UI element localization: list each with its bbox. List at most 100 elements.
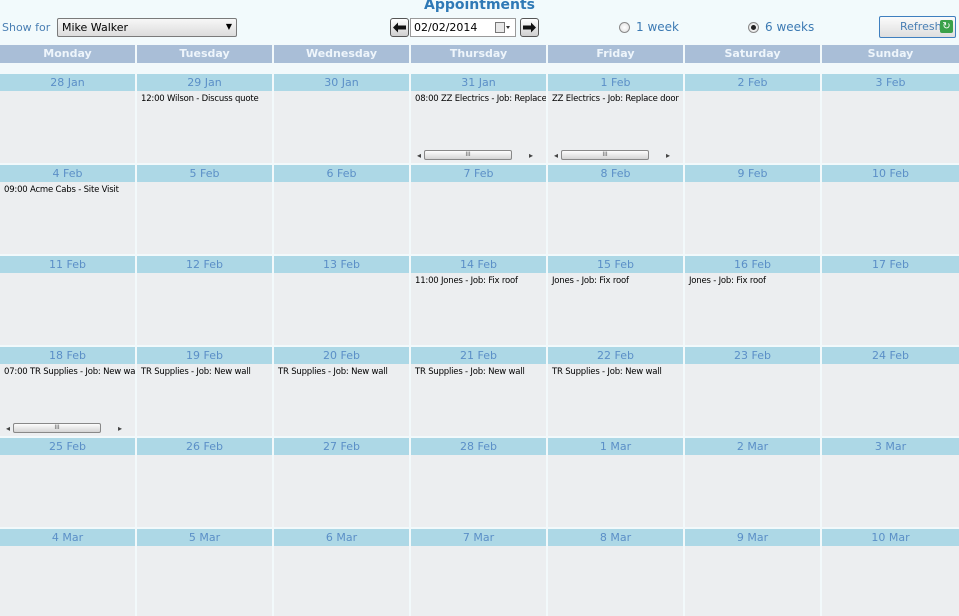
day-cell[interactable]: 7 Mar: [411, 529, 546, 616]
appointment-item[interactable]: TR Supplies - Job: New wall: [274, 364, 409, 377]
day-cell-date: 8 Feb: [548, 165, 683, 182]
appointment-item[interactable]: Jones - Job: Fix roof: [548, 273, 683, 286]
horizontal-scrollbar[interactable]: ◂ III ▸: [3, 422, 125, 434]
day-cell[interactable]: 11 Feb: [0, 256, 135, 345]
day-cell[interactable]: 6 Mar: [274, 529, 409, 616]
day-cell-date: 4 Feb: [0, 165, 135, 182]
day-cell[interactable]: 3 Mar: [822, 438, 959, 527]
scrollbar-thumb[interactable]: III: [13, 423, 101, 433]
day-cell[interactable]: 18 Feb 07:00 TR Supplies - Job: New wall ◂…: [0, 347, 135, 436]
day-cell[interactable]: 12 Feb: [137, 256, 272, 345]
day-cell[interactable]: 8 Feb: [548, 165, 683, 254]
day-cell[interactable]: 10 Mar: [822, 529, 959, 616]
page-title: Appointments: [423, 0, 536, 13]
range-option-label: 6 weeks: [765, 20, 815, 34]
scrollbar-thumb[interactable]: III: [561, 150, 649, 160]
day-cell[interactable]: 13 Feb: [274, 256, 409, 345]
horizontal-scrollbar[interactable]: ◂ III ▸: [551, 149, 673, 161]
appointment-item[interactable]: ZZ Electrics - Job: Replace door: [548, 91, 683, 104]
date-input[interactable]: 02/02/2014: [410, 18, 516, 37]
appointment-item[interactable]: TR Supplies - Job: New wall: [137, 364, 272, 377]
day-cell-date: 20 Feb: [274, 347, 409, 364]
appointment-item[interactable]: 12:00 Wilson - Discuss quote: [137, 91, 272, 104]
day-cell[interactable]: 28 Jan: [0, 74, 135, 163]
day-cell[interactable]: 26 Feb: [137, 438, 272, 527]
day-cell[interactable]: 22 Feb TR Supplies - Job: New wall: [548, 347, 683, 436]
calendar-icon[interactable]: [495, 22, 511, 33]
day-cell-date: 25 Feb: [0, 438, 135, 455]
day-cell[interactable]: 10 Feb: [822, 165, 959, 254]
day-cell[interactable]: 24 Feb: [822, 347, 959, 436]
day-cell-date: 28 Feb: [411, 438, 546, 455]
day-cell[interactable]: 6 Feb: [274, 165, 409, 254]
horizontal-scrollbar[interactable]: ◂ III ▸: [414, 149, 536, 161]
range-option-6-weeks[interactable]: 6 weeks: [748, 20, 814, 34]
appointment-item[interactable]: TR Supplies - Job: New wall: [548, 364, 683, 377]
day-cell[interactable]: 31 Jan 08:00 ZZ Electrics - Job: Replace …: [411, 74, 546, 163]
day-cell-date: 27 Feb: [274, 438, 409, 455]
radio-6-weeks[interactable]: [748, 21, 759, 33]
appointment-item[interactable]: 11:00 Jones - Job: Fix roof: [411, 273, 546, 286]
day-cell-date: 3 Feb: [822, 74, 959, 91]
scroll-left-icon[interactable]: ◂: [551, 151, 561, 160]
day-cell[interactable]: 23 Feb: [685, 347, 820, 436]
previous-period-button[interactable]: [390, 18, 409, 37]
day-header-saturday: Saturday: [685, 45, 820, 63]
day-cell-date: 10 Mar: [822, 529, 959, 546]
day-cell-date: 6 Mar: [274, 529, 409, 546]
day-cell-date: 1 Mar: [548, 438, 683, 455]
day-cell[interactable]: 15 Feb Jones - Job: Fix roof: [548, 256, 683, 345]
appointment-item[interactable]: Jones - Job: Fix roof: [685, 273, 820, 286]
refresh-button[interactable]: Refresh ↻: [879, 16, 956, 38]
day-cell-date: 5 Feb: [137, 165, 272, 182]
day-cell[interactable]: 14 Feb 11:00 Jones - Job: Fix roof: [411, 256, 546, 345]
radio-1-week[interactable]: [619, 21, 630, 33]
date-value: 02/02/2014: [414, 21, 478, 34]
day-cell[interactable]: 30 Jan: [274, 74, 409, 163]
day-cell[interactable]: 27 Feb: [274, 438, 409, 527]
day-cell-date: 30 Jan: [274, 74, 409, 91]
day-cell[interactable]: 20 Feb TR Supplies - Job: New wall: [274, 347, 409, 436]
day-cell[interactable]: 4 Feb 09:00 Acme Cabs - Site Visit: [0, 165, 135, 254]
day-cell[interactable]: 2 Feb: [685, 74, 820, 163]
day-cell-date: 18 Feb: [0, 347, 135, 364]
day-cell[interactable]: 28 Feb: [411, 438, 546, 527]
scroll-left-icon[interactable]: ◂: [3, 424, 13, 433]
day-cell[interactable]: 25 Feb: [0, 438, 135, 527]
user-select[interactable]: Mike Walker ▼: [57, 18, 237, 37]
scrollbar-thumb[interactable]: III: [424, 150, 512, 160]
day-cell[interactable]: 16 Feb Jones - Job: Fix roof: [685, 256, 820, 345]
day-cell[interactable]: 9 Mar: [685, 529, 820, 616]
scroll-right-icon[interactable]: ▸: [526, 151, 536, 160]
user-select-value: Mike Walker: [62, 21, 129, 34]
day-cell[interactable]: 19 Feb TR Supplies - Job: New wall: [137, 347, 272, 436]
range-option-1-week[interactable]: 1 week: [619, 20, 679, 34]
appointment-item[interactable]: 09:00 Acme Cabs - Site Visit: [0, 182, 135, 195]
day-header-row: Monday Tuesday Wednesday Thursday Friday Satu…: [0, 45, 959, 63]
day-cell-date: 26 Feb: [137, 438, 272, 455]
day-cell[interactable]: 4 Mar: [0, 529, 135, 616]
appointment-item[interactable]: 08:00 ZZ Electrics - Job: Replace door: [411, 91, 546, 104]
day-cell[interactable]: 17 Feb: [822, 256, 959, 345]
day-cell-date: 24 Feb: [822, 347, 959, 364]
scroll-right-icon[interactable]: ▸: [115, 424, 125, 433]
scroll-left-icon[interactable]: ◂: [414, 151, 424, 160]
arrow-right-icon: [523, 22, 536, 33]
day-cell[interactable]: 8 Mar: [548, 529, 683, 616]
next-period-button[interactable]: [520, 18, 539, 37]
day-cell[interactable]: 1 Feb ZZ Electrics - Job: Replace door ◂ II…: [548, 74, 683, 163]
day-cell[interactable]: 7 Feb: [411, 165, 546, 254]
appointment-item[interactable]: 07:00 TR Supplies - Job: New wall: [0, 364, 135, 377]
day-cell[interactable]: 5 Feb: [137, 165, 272, 254]
day-cell[interactable]: 2 Mar: [685, 438, 820, 527]
day-cell[interactable]: 3 Feb: [822, 74, 959, 163]
day-cell[interactable]: 5 Mar: [137, 529, 272, 616]
day-cell[interactable]: 21 Feb TR Supplies - Job: New wall: [411, 347, 546, 436]
scroll-right-icon[interactable]: ▸: [663, 151, 673, 160]
day-header-tuesday: Tuesday: [137, 45, 272, 63]
day-cell[interactable]: 9 Feb: [685, 165, 820, 254]
appointment-item[interactable]: TR Supplies - Job: New wall: [411, 364, 546, 377]
day-cell-date: 22 Feb: [548, 347, 683, 364]
day-cell[interactable]: 1 Mar: [548, 438, 683, 527]
day-cell[interactable]: 29 Jan 12:00 Wilson - Discuss quote: [137, 74, 272, 163]
